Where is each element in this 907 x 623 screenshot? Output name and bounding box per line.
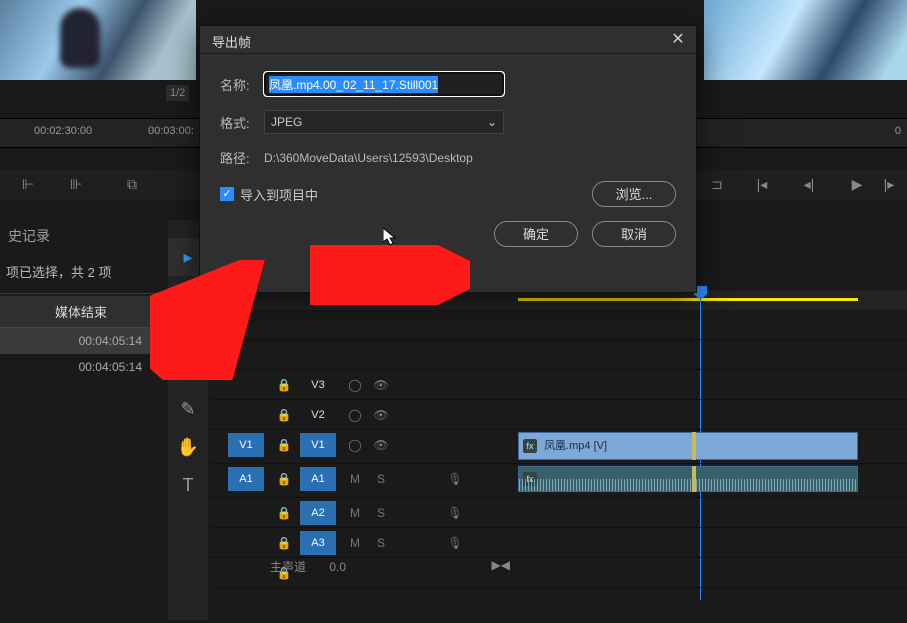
name-label: 名称:	[220, 75, 264, 94]
master-label: 主声道	[270, 560, 306, 574]
track-v1[interactable]: V1 🔒 V1 ◯ 👁 fx 凤凰.mp4 [V]	[210, 430, 907, 464]
format-select[interactable]: JPEG ⌄	[264, 110, 504, 134]
track-label-a1[interactable]: A1	[300, 467, 336, 491]
source-patch-a1[interactable]: A1	[228, 467, 264, 491]
lock-icon[interactable]: 🔒	[270, 464, 298, 497]
eye-icon[interactable]: 👁	[368, 370, 394, 399]
track-a2[interactable]: 🔒 A2 M S 🎙	[210, 498, 907, 528]
annotation-arrow	[150, 260, 270, 380]
check-icon: ✓	[220, 187, 234, 201]
lock-icon[interactable]: 🔒	[270, 528, 298, 557]
track-a1[interactable]: A1 🔒 A1 M S 🎙 fx	[210, 464, 907, 498]
ruler-tick: 00:03:00:	[148, 125, 194, 137]
format-value: JPEG	[271, 115, 302, 129]
lock-icon[interactable]: 🔒	[270, 400, 298, 429]
step-fwd2-icon[interactable]: |▸	[879, 174, 899, 194]
audio-clip[interactable]: fx	[518, 466, 858, 492]
fx-badge: fx	[523, 472, 537, 486]
timeline-panel: 🔒 V3 ◯ 👁 🔒 V2 ◯ 👁 V1 🔒 V1 ◯ 👁 fx 凤凰.mp4 …	[210, 290, 907, 623]
browse-button[interactable]: 浏览...	[592, 181, 676, 207]
step-back2-icon[interactable]: ◂|	[799, 174, 819, 194]
insert-icon[interactable]: ⧉	[122, 174, 142, 194]
track-label-v1[interactable]: V1	[300, 433, 336, 457]
history-col-header[interactable]: 媒体结束	[0, 296, 162, 328]
mute-icon[interactable]: M	[342, 464, 368, 497]
hand-tool-icon[interactable]: ✋	[168, 428, 208, 466]
history-title: 史记录	[0, 222, 162, 250]
eye-icon[interactable]: 👁	[368, 430, 394, 463]
import-checkbox[interactable]: ✓ 导入到项目中	[220, 185, 318, 204]
dialog-titlebar[interactable]: 导出帧 ✕	[200, 26, 696, 54]
ok-button[interactable]: 确定	[494, 221, 578, 247]
toggle-output-icon[interactable]: ◯	[342, 400, 368, 429]
mic-icon[interactable]: 🎙	[442, 528, 468, 557]
mark-out-icon[interactable]: ⊐	[707, 174, 727, 194]
lock-icon[interactable]: 🔒	[270, 430, 298, 463]
fx-badge: fx	[523, 439, 537, 453]
type-tool-icon[interactable]: T	[168, 466, 208, 504]
annotation-arrow	[310, 245, 470, 305]
clip-edge[interactable]	[692, 432, 696, 460]
mic-icon[interactable]: 🎙	[442, 464, 468, 497]
history-row[interactable]: 00:04:05:14	[0, 354, 162, 380]
close-icon[interactable]: ✕	[668, 30, 688, 50]
loop-icon[interactable]: ▶◀	[492, 558, 510, 572]
cursor-icon	[383, 228, 397, 250]
format-label: 格式:	[220, 113, 264, 132]
video-clip[interactable]: fx 凤凰.mp4 [V]	[518, 432, 858, 460]
path-value: D:\360MoveData\Users\12593\Desktop	[264, 151, 473, 165]
mute-icon[interactable]: M	[342, 498, 368, 527]
go-in-icon[interactable]: |◂	[752, 174, 772, 194]
lock-icon[interactable]: 🔒	[270, 498, 298, 527]
track-master[interactable]: 🔒 主声道 0.0 ▶◀	[210, 558, 907, 588]
program-monitor-thumb-right	[704, 0, 907, 80]
mic-icon[interactable]: 🎙	[442, 498, 468, 527]
solo-icon[interactable]: S	[368, 528, 394, 557]
import-label: 导入到项目中	[240, 185, 318, 204]
program-monitor-thumb-left	[0, 0, 196, 80]
step-back-icon[interactable]: ⊩	[18, 174, 38, 194]
track-label-a2[interactable]: A2	[300, 501, 336, 525]
eye-icon[interactable]: 👁	[368, 400, 394, 429]
track-label-a3[interactable]: A3	[300, 531, 336, 555]
thumb-page-count: 1/2	[166, 85, 189, 101]
solo-icon[interactable]: S	[368, 498, 394, 527]
track-v3[interactable]: 🔒 V3 ◯ 👁	[210, 370, 907, 400]
toggle-output-icon[interactable]: ◯	[342, 370, 368, 399]
history-row[interactable]: 00:04:05:14	[0, 328, 162, 354]
ruler-tick: 00:02:30:00	[34, 125, 92, 137]
track-label-v2[interactable]: V2	[300, 403, 336, 427]
selection-status: 项已选择，共 2 项	[0, 250, 162, 294]
master-value: 0.0	[329, 560, 346, 574]
track-a3[interactable]: 🔒 A3 M S 🎙	[210, 528, 907, 558]
cancel-button[interactable]: 取消	[592, 221, 676, 247]
step-fwd-icon[interactable]: ⊪	[66, 174, 86, 194]
play-icon[interactable]: ▶	[847, 174, 867, 194]
track-label-v3[interactable]: V3	[300, 373, 336, 397]
pen-tool-icon[interactable]: ✎	[168, 390, 208, 428]
chevron-down-icon: ⌄	[487, 115, 497, 129]
history-panel: 史记录 项已选择，共 2 项 媒体结束 00:04:05:14 00:04:05…	[0, 222, 162, 380]
work-area-bar[interactable]	[518, 298, 858, 301]
toggle-output-icon[interactable]: ◯	[342, 430, 368, 463]
track-v2[interactable]: 🔒 V2 ◯ 👁	[210, 400, 907, 430]
ruler-tick: 0	[895, 125, 901, 137]
clip-label: 凤凰.mp4 [V]	[544, 440, 607, 452]
name-input[interactable]	[264, 72, 504, 96]
path-label: 路径:	[220, 148, 264, 167]
lock-icon[interactable]: 🔒	[270, 370, 298, 399]
clip-edge[interactable]	[692, 466, 696, 492]
source-patch-v1[interactable]: V1	[228, 433, 264, 457]
solo-icon[interactable]: S	[368, 464, 394, 497]
mute-icon[interactable]: M	[342, 528, 368, 557]
dialog-title: 导出帧	[212, 35, 251, 50]
